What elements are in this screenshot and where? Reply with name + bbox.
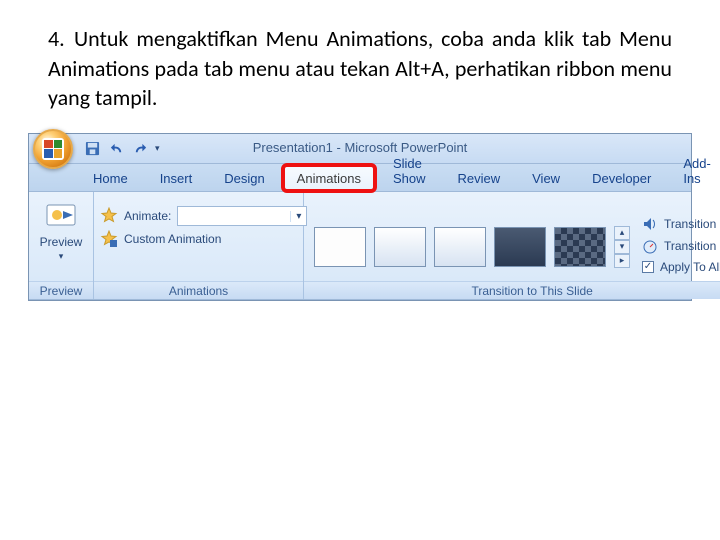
custom-animation-icon	[100, 230, 118, 248]
tab-animations[interactable]: Animations	[283, 165, 375, 191]
group-transition-label: Transition to This Slide ↘	[304, 281, 720, 299]
tab-addins[interactable]: Add-Ins	[669, 150, 720, 191]
tab-review[interactable]: Review	[444, 165, 515, 191]
office-logo-icon	[42, 138, 64, 160]
group-animations-label: Animations	[94, 281, 303, 299]
transition-gallery[interactable]: ▴ ▾ ▸	[310, 212, 630, 268]
tab-design[interactable]: Design	[210, 165, 278, 191]
quick-access-toolbar: ▾	[81, 139, 162, 159]
tab-view[interactable]: View	[518, 165, 574, 191]
group-transition: ▴ ▾ ▸ Transition Sound	[304, 192, 720, 299]
qat-redo-button[interactable]	[129, 139, 151, 159]
tab-slideshow[interactable]: Slide Show	[379, 150, 440, 191]
tab-insert[interactable]: Insert	[146, 165, 207, 191]
group-preview-label: Preview	[29, 281, 93, 299]
apply-to-all-label: Apply To All	[660, 260, 720, 274]
transition-thumb-3[interactable]	[494, 227, 546, 267]
qat-undo-button[interactable]	[105, 139, 127, 159]
apply-to-all-button[interactable]: ✓ Apply To All	[642, 260, 720, 274]
tab-home[interactable]: Home	[79, 165, 142, 191]
qat-customize-dropdown[interactable]: ▾	[153, 143, 162, 154]
undo-icon	[109, 141, 124, 156]
office-button[interactable]	[33, 129, 73, 169]
animate-icon	[100, 207, 118, 225]
instruction-text: 4.Untuk mengaktifkan Menu Animations, co…	[0, 0, 720, 127]
custom-animation-label: Custom Animation	[124, 232, 221, 246]
qat-save-button[interactable]	[81, 139, 103, 159]
apply-all-icon: ✓	[642, 261, 654, 273]
transition-speed-label: Transition Speed	[664, 239, 720, 253]
ribbon: Preview ▾ Preview Animate:	[29, 192, 691, 300]
titlebar: ▾ Presentation1 - Microsoft PowerPoint	[29, 134, 691, 164]
tab-developer[interactable]: Developer	[578, 165, 665, 191]
gallery-more-button[interactable]: ▸	[614, 254, 630, 268]
chevron-down-icon: ▾	[59, 251, 64, 262]
gallery-down-button[interactable]: ▾	[614, 240, 630, 254]
transition-sound-label: Transition Sound	[664, 217, 720, 231]
preview-button-label: Preview	[40, 235, 83, 249]
gallery-scroll: ▴ ▾ ▸	[614, 226, 630, 268]
transition-thumb-4[interactable]	[554, 227, 606, 267]
custom-animation-button[interactable]: Custom Animation	[100, 230, 307, 248]
sound-icon	[642, 216, 658, 232]
ribbon-tabstrip: Home Insert Design Animations Slide Show…	[29, 164, 691, 192]
instruction-number: 4.	[48, 24, 74, 54]
speed-icon	[642, 238, 658, 254]
preview-button[interactable]: Preview ▾	[35, 198, 87, 262]
save-icon	[85, 141, 100, 156]
animate-label: Animate:	[124, 209, 171, 223]
group-animations: Animate: ▾ Custom Animation	[94, 192, 304, 299]
instruction-body: Untuk mengaktifkan Menu Animations, coba…	[48, 25, 672, 111]
transition-thumb-none[interactable]	[314, 227, 366, 267]
redo-icon	[133, 141, 148, 156]
powerpoint-screenshot: ▾ Presentation1 - Microsoft PowerPoint H…	[28, 133, 692, 301]
gallery-up-button[interactable]: ▴	[614, 226, 630, 240]
transition-thumb-2[interactable]	[434, 227, 486, 267]
preview-icon	[45, 201, 77, 233]
transition-options: Transition Sound Transition Speed ✓ Appl…	[636, 206, 720, 274]
group-preview: Preview ▾ Preview	[29, 192, 94, 299]
animate-combo[interactable]: ▾	[177, 206, 307, 226]
transition-thumb-1[interactable]	[374, 227, 426, 267]
